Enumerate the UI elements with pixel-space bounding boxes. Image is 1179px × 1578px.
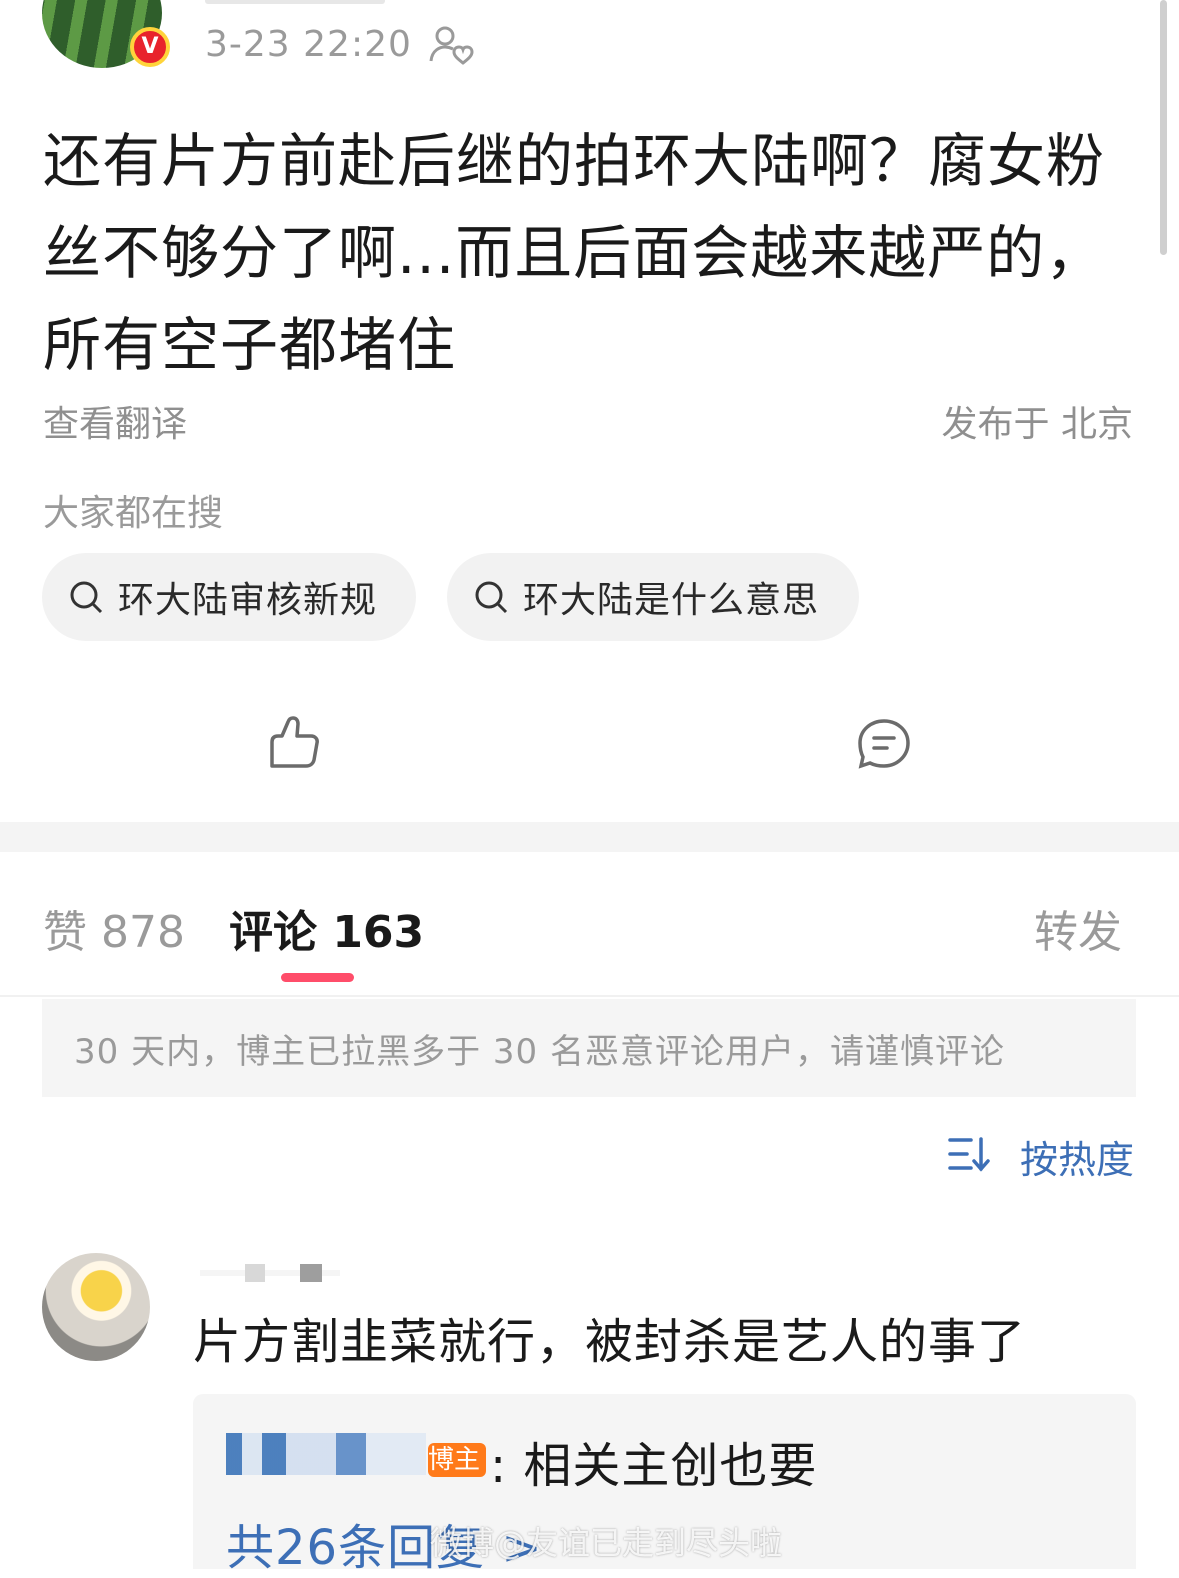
tab-likes[interactable]: 赞 878: [43, 896, 185, 960]
author-badge: 博主: [428, 1443, 486, 1477]
thumbs-up-icon[interactable]: [268, 716, 320, 770]
watermark: 微博@友谊已走到尽头啦: [430, 1524, 783, 1562]
search-chip-label: 环大陆是什么意思: [523, 580, 820, 621]
tab-reposts[interactable]: 转发: [1034, 896, 1122, 960]
follow-user-icon[interactable]: [428, 25, 474, 65]
scrollbar[interactable]: [1160, 0, 1167, 255]
comment-text: 片方割韭菜就行，被封杀是艺人的事了: [193, 1314, 1027, 1370]
search-chip[interactable]: 环大陆审核新规: [42, 553, 416, 641]
search-chip[interactable]: 环大陆是什么意思: [447, 553, 859, 641]
translate-link[interactable]: 查看翻译: [43, 395, 187, 447]
search-chip-label: 环大陆审核新规: [118, 580, 378, 621]
active-tab-indicator: [281, 973, 354, 982]
reply-author-name-redacted[interactable]: [226, 1433, 426, 1475]
trending-title: 大家都在搜: [43, 493, 224, 534]
commenter-name-redacted: [300, 1264, 322, 1282]
search-icon: [70, 581, 103, 614]
tab-comments[interactable]: 评论 163: [229, 896, 424, 960]
sort-by-hot-button[interactable]: 按热度: [1020, 1129, 1134, 1184]
post-timestamp: 3-23 22:20: [205, 24, 412, 65]
commenter-name-redacted: [245, 1264, 265, 1282]
sort-icon[interactable]: [947, 1135, 993, 1173]
notice-text: 30 天内，博主已拉黑多于 30 名恶意评论用户，请谨慎评论: [74, 1031, 1005, 1072]
author-name[interactable]: [205, 0, 385, 4]
comment-warning-notice: 30 天内，博主已拉黑多于 30 名恶意评论用户，请谨慎评论: [42, 999, 1136, 1097]
post-location: 发布于 北京: [941, 404, 1133, 445]
search-icon: [475, 581, 508, 614]
post-body-text: 还有片方前赴后继的拍环大陆啊？腐女粉丝不够分了啊...而且后面会越来越严的，所有…: [43, 127, 1106, 379]
section-divider: [0, 822, 1179, 852]
tabs-divider: [0, 995, 1179, 997]
commenter-avatar[interactable]: [42, 1253, 150, 1361]
comment-bubble-icon[interactable]: [857, 718, 911, 770]
verified-badge-icon: V: [130, 27, 170, 67]
reply-text: : 相关主创也要: [490, 1438, 818, 1494]
